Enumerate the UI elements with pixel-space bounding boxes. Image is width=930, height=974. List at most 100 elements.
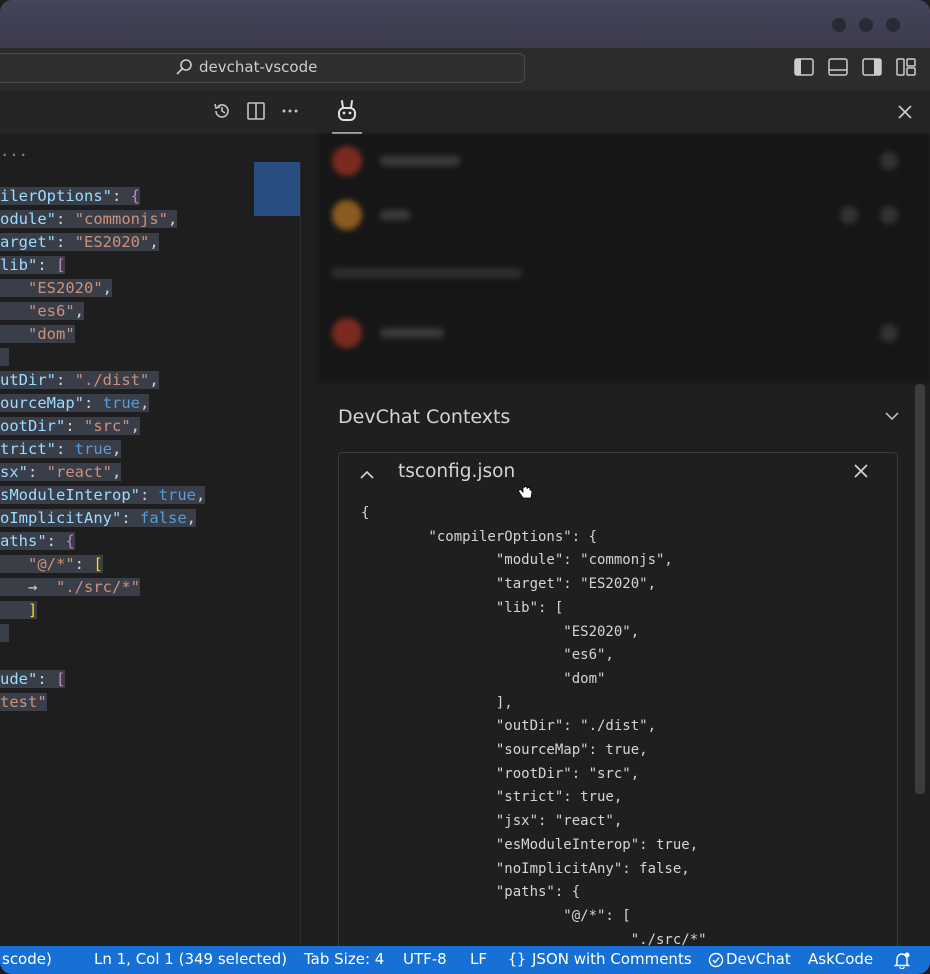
code-token: ude"	[0, 670, 38, 688]
code-line[interactable]: "@/*": [	[0, 553, 103, 575]
code-line[interactable]: ude": [	[0, 668, 66, 690]
toggle-panel-icon[interactable]	[828, 58, 848, 76]
code-line[interactable]: test"	[0, 691, 47, 713]
code-line[interactable]: "dom"	[0, 323, 75, 345]
context-code-line: "es6",	[361, 647, 614, 664]
code-token: arget"	[0, 233, 56, 251]
code-line[interactable]	[0, 622, 10, 644]
code-line[interactable]: ]	[0, 599, 38, 621]
code-token: ,	[149, 233, 159, 251]
command-center-search[interactable]: devchat-vscode	[0, 53, 525, 83]
code-line[interactable]: utDir": "./dist",	[0, 369, 159, 391]
close-icon[interactable]	[853, 463, 869, 479]
notification-bell-icon[interactable]	[893, 951, 911, 969]
code-line[interactable]: sModuleInterop": true,	[0, 484, 206, 506]
code-token: [	[93, 555, 103, 573]
code-token: ilerOptions"	[0, 187, 112, 205]
code-token: :	[56, 210, 75, 228]
avatar	[332, 200, 362, 230]
code-token: :	[65, 417, 84, 435]
chevron-down-icon[interactable]	[884, 408, 900, 424]
code-token: "src"	[84, 417, 131, 435]
window-button[interactable]	[886, 18, 900, 32]
status-devchat[interactable]: DevChat	[726, 950, 791, 968]
avatar	[332, 146, 362, 176]
status-askcode[interactable]: AskCode	[808, 950, 873, 968]
code-line[interactable]: trict": true,	[0, 438, 122, 460]
blurred-text	[380, 156, 460, 166]
code-line[interactable]: arget": "ES2020",	[0, 231, 159, 253]
status-tab-size[interactable]: Tab Size: 4	[304, 950, 384, 968]
code-line[interactable]: ootDir": "src",	[0, 415, 141, 437]
more-actions-icon[interactable]	[280, 101, 300, 121]
code-token: "commonjs"	[74, 210, 168, 228]
minimap[interactable]	[254, 162, 300, 216]
code-token: [	[56, 670, 66, 688]
panel-header	[318, 90, 930, 134]
code-token: :	[74, 555, 94, 573]
customize-layout-icon[interactable]	[896, 58, 916, 76]
code-token: :	[121, 509, 140, 527]
history-icon[interactable]	[212, 101, 232, 121]
avatar	[332, 318, 362, 348]
title-bar	[0, 0, 930, 48]
status-eol[interactable]: LF	[470, 950, 487, 968]
code-token: :	[46, 532, 66, 550]
context-code-line: "lib": [	[361, 599, 564, 616]
code-token: "./src/*"	[56, 578, 140, 596]
code-token: {	[65, 532, 75, 550]
status-remote-partial[interactable]: scode)	[2, 950, 52, 968]
close-panel-icon[interactable]	[898, 100, 912, 119]
panel-scrollbar[interactable]	[915, 384, 925, 794]
code-line[interactable]: lib": [	[0, 254, 66, 276]
code-token: lib"	[0, 256, 38, 274]
code-line[interactable]: sx": "react",	[0, 461, 122, 483]
code-token: "react"	[46, 463, 112, 481]
code-line[interactable]: aths": {	[0, 530, 75, 552]
code-token: utDir"	[0, 371, 56, 389]
code-token: ,	[168, 210, 178, 228]
code-token: :	[84, 394, 103, 412]
code-token: "es6"	[28, 302, 75, 320]
code-token: ,	[74, 302, 85, 320]
code-token: true	[158, 486, 196, 504]
blurred-icon	[880, 324, 898, 342]
code-line[interactable]	[0, 346, 10, 368]
devchat-tab[interactable]	[332, 90, 362, 134]
window-button[interactable]	[859, 18, 873, 32]
chevron-up-icon[interactable]	[359, 467, 375, 483]
code-token: ourceMap"	[0, 394, 84, 412]
window-button[interactable]	[832, 18, 846, 32]
editor-scrollbar[interactable]	[300, 162, 319, 946]
context-code-line: "noImplicitAny": false,	[361, 860, 690, 877]
blurred-icon	[880, 152, 898, 170]
code-token: aths"	[0, 532, 47, 550]
context-code-line: "./src/*"	[361, 931, 707, 947]
context-code-line: "sourceMap": true,	[361, 742, 648, 758]
code-line[interactable]: "es6",	[0, 300, 85, 322]
code-editor[interactable]: ... ilerOptions": {odule": "commonjs", ar…	[0, 134, 319, 946]
code-line[interactable]: ourceMap": true,	[0, 392, 150, 414]
blurred-text	[380, 328, 444, 338]
code-token: :	[56, 233, 75, 251]
context-file-name[interactable]: tsconfig.json	[398, 461, 515, 482]
code-token: "./dist"	[74, 371, 150, 389]
toggle-secondary-sidebar-icon[interactable]	[862, 58, 882, 76]
code-token: :	[37, 256, 56, 274]
layout-controls	[794, 58, 916, 76]
code-token: ootDir"	[0, 417, 66, 435]
code-token: test"	[0, 693, 47, 711]
toggle-primary-sidebar-icon[interactable]	[794, 58, 814, 76]
code-line[interactable]: oImplicitAny": false,	[0, 507, 197, 529]
split-editor-icon[interactable]	[246, 101, 266, 121]
code-line[interactable]: "ES2020",	[0, 277, 112, 299]
status-encoding[interactable]: UTF-8	[403, 950, 447, 968]
code-token: ,	[112, 463, 122, 481]
status-cursor-position[interactable]: Ln 1, Col 1 (349 selected)	[94, 950, 287, 968]
code-token: "ES2020"	[74, 233, 150, 251]
code-line[interactable]: odule": "commonjs",	[0, 208, 178, 230]
code-line[interactable]: → "./src/*"	[0, 576, 140, 598]
status-language[interactable]: JSON with Comments	[532, 950, 692, 968]
code-line[interactable]: ilerOptions": {	[0, 185, 140, 207]
